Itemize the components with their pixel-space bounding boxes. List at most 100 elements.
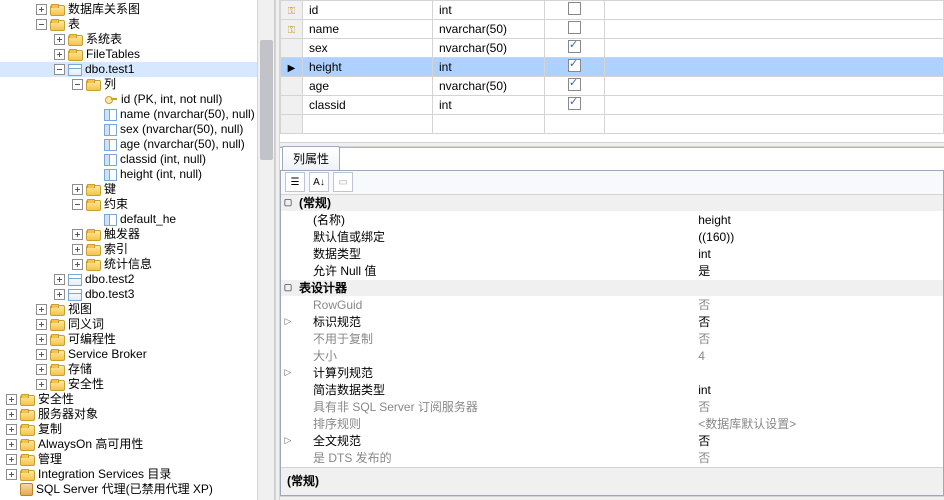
- property-value[interactable]: 否: [692, 330, 943, 347]
- expand-icon[interactable]: [54, 34, 65, 45]
- expand-icon[interactable]: [36, 334, 47, 345]
- property-row[interactable]: RowGuid否: [281, 297, 943, 314]
- expand-icon[interactable]: [72, 184, 83, 195]
- tree-node[interactable]: 索引: [0, 242, 274, 257]
- tab-column-properties[interactable]: 列属性: [282, 146, 340, 170]
- column-type-cell[interactable]: int: [433, 1, 545, 20]
- allow-nulls-checkbox[interactable]: [568, 2, 581, 15]
- expand-toggle-icon[interactable]: ▢: [281, 282, 295, 293]
- row-header[interactable]: [281, 96, 303, 115]
- columns-grid[interactable]: ⚿idint⚿namenvarchar(50)sexnvarchar(50)▶h…: [280, 0, 944, 142]
- property-category[interactable]: ▢(常规): [281, 195, 943, 212]
- tree-node[interactable]: default_he: [0, 212, 274, 227]
- expand-icon[interactable]: [72, 244, 83, 255]
- tree-node[interactable]: dbo.test2: [0, 272, 274, 287]
- tree-node[interactable]: 可编程性: [0, 332, 274, 347]
- property-row[interactable]: 大小4: [281, 348, 943, 365]
- collapse-icon[interactable]: [36, 19, 47, 30]
- tree-node[interactable]: 表: [0, 17, 274, 32]
- tree-node[interactable]: 触发器: [0, 227, 274, 242]
- property-row[interactable]: 默认值或绑定((160)): [281, 229, 943, 246]
- property-value[interactable]: height: [692, 213, 943, 227]
- column-type-cell[interactable]: int: [433, 58, 545, 77]
- property-value[interactable]: ((160)): [692, 230, 943, 244]
- allow-nulls-cell[interactable]: [545, 115, 605, 134]
- tree-scroll-thumb[interactable]: [260, 40, 273, 160]
- expand-icon[interactable]: [6, 409, 17, 420]
- column-name-cell[interactable]: name: [303, 20, 433, 39]
- expand-icon[interactable]: [6, 394, 17, 405]
- row-header[interactable]: [281, 115, 303, 134]
- column-name-cell[interactable]: sex: [303, 39, 433, 58]
- tree-node[interactable]: dbo.test3: [0, 287, 274, 302]
- column-type-cell[interactable]: nvarchar(50): [433, 77, 545, 96]
- column-row[interactable]: agenvarchar(50): [281, 77, 944, 96]
- allow-nulls-cell[interactable]: [545, 1, 605, 20]
- property-row[interactable]: 是 DTS 发布的否: [281, 450, 943, 467]
- splitter-vertical[interactable]: [275, 0, 280, 500]
- expand-icon[interactable]: [6, 439, 17, 450]
- expand-icon[interactable]: [72, 229, 83, 240]
- expand-icon[interactable]: [54, 274, 65, 285]
- column-row[interactable]: sexnvarchar(50): [281, 39, 944, 58]
- tree-node[interactable]: 管理: [0, 452, 274, 467]
- categorize-button[interactable]: ☰: [285, 172, 305, 192]
- tree-node[interactable]: 服务器对象: [0, 407, 274, 422]
- tree-node[interactable]: 视图: [0, 302, 274, 317]
- property-row[interactable]: 允许 Null 值是: [281, 263, 943, 280]
- property-row[interactable]: ▷计算列规范: [281, 365, 943, 382]
- property-value[interactable]: 否: [692, 449, 943, 466]
- column-row[interactable]: [281, 115, 944, 134]
- collapse-icon[interactable]: [72, 199, 83, 210]
- object-explorer[interactable]: 数据库关系图表系统表FileTablesdbo.test1列id (PK, in…: [0, 0, 275, 500]
- tree-node[interactable]: sex (nvarchar(50), null): [0, 122, 274, 137]
- tree-node[interactable]: AlwaysOn 高可用性: [0, 437, 274, 452]
- property-value[interactable]: 是: [692, 262, 943, 279]
- splitter-bottom[interactable]: [280, 496, 944, 500]
- expand-icon[interactable]: [36, 319, 47, 330]
- tree-node[interactable]: 安全性: [0, 377, 274, 392]
- tree-node[interactable]: 列: [0, 77, 274, 92]
- allow-nulls-cell[interactable]: [545, 96, 605, 115]
- column-row[interactable]: ▶heightint: [281, 58, 944, 77]
- tree-node[interactable]: 键: [0, 182, 274, 197]
- property-value[interactable]: 4: [692, 349, 943, 363]
- tree-node[interactable]: classid (int, null): [0, 152, 274, 167]
- tree-node[interactable]: dbo.test1: [0, 62, 274, 77]
- expand-toggle-icon[interactable]: ▷: [281, 435, 295, 446]
- tree-node[interactable]: 约束: [0, 197, 274, 212]
- column-name-cell[interactable]: height: [303, 58, 433, 77]
- property-value[interactable]: 否: [692, 432, 943, 449]
- property-row[interactable]: 简洁数据类型int: [281, 382, 943, 399]
- expand-icon[interactable]: [54, 49, 65, 60]
- allow-nulls-cell[interactable]: [545, 77, 605, 96]
- expand-icon[interactable]: [6, 454, 17, 465]
- column-name-cell[interactable]: classid: [303, 96, 433, 115]
- tree-node[interactable]: SQL Server 代理(已禁用代理 XP): [0, 482, 274, 497]
- property-value[interactable]: 否: [692, 313, 943, 330]
- allow-nulls-cell[interactable]: [545, 39, 605, 58]
- tree-node[interactable]: 复制: [0, 422, 274, 437]
- column-type-cell[interactable]: [433, 115, 545, 134]
- column-type-cell[interactable]: nvarchar(50): [433, 20, 545, 39]
- tree-node[interactable]: name (nvarchar(50), null): [0, 107, 274, 122]
- allow-nulls-checkbox[interactable]: [568, 40, 581, 53]
- tree-node[interactable]: 安全性: [0, 392, 274, 407]
- property-row[interactable]: 排序规则<数据库默认设置>: [281, 416, 943, 433]
- tree-node[interactable]: Integration Services 目录: [0, 467, 274, 482]
- column-row[interactable]: ⚿idint: [281, 1, 944, 20]
- expand-icon[interactable]: [36, 379, 47, 390]
- expand-toggle-icon[interactable]: ▢: [281, 197, 295, 208]
- property-row[interactable]: (名称)height: [281, 212, 943, 229]
- expand-icon[interactable]: [72, 259, 83, 270]
- property-value[interactable]: 否: [692, 296, 943, 313]
- expand-icon[interactable]: [36, 364, 47, 375]
- property-row[interactable]: 不用于复制否: [281, 331, 943, 348]
- allow-nulls-cell[interactable]: [545, 20, 605, 39]
- properties-list[interactable]: ▢(常规)(名称)height默认值或绑定((160))数据类型int允许 Nu…: [281, 195, 943, 467]
- property-value[interactable]: 否: [692, 398, 943, 415]
- property-row[interactable]: ▷全文规范否: [281, 433, 943, 450]
- column-type-cell[interactable]: int: [433, 96, 545, 115]
- property-value[interactable]: int: [692, 383, 943, 397]
- row-header[interactable]: [281, 77, 303, 96]
